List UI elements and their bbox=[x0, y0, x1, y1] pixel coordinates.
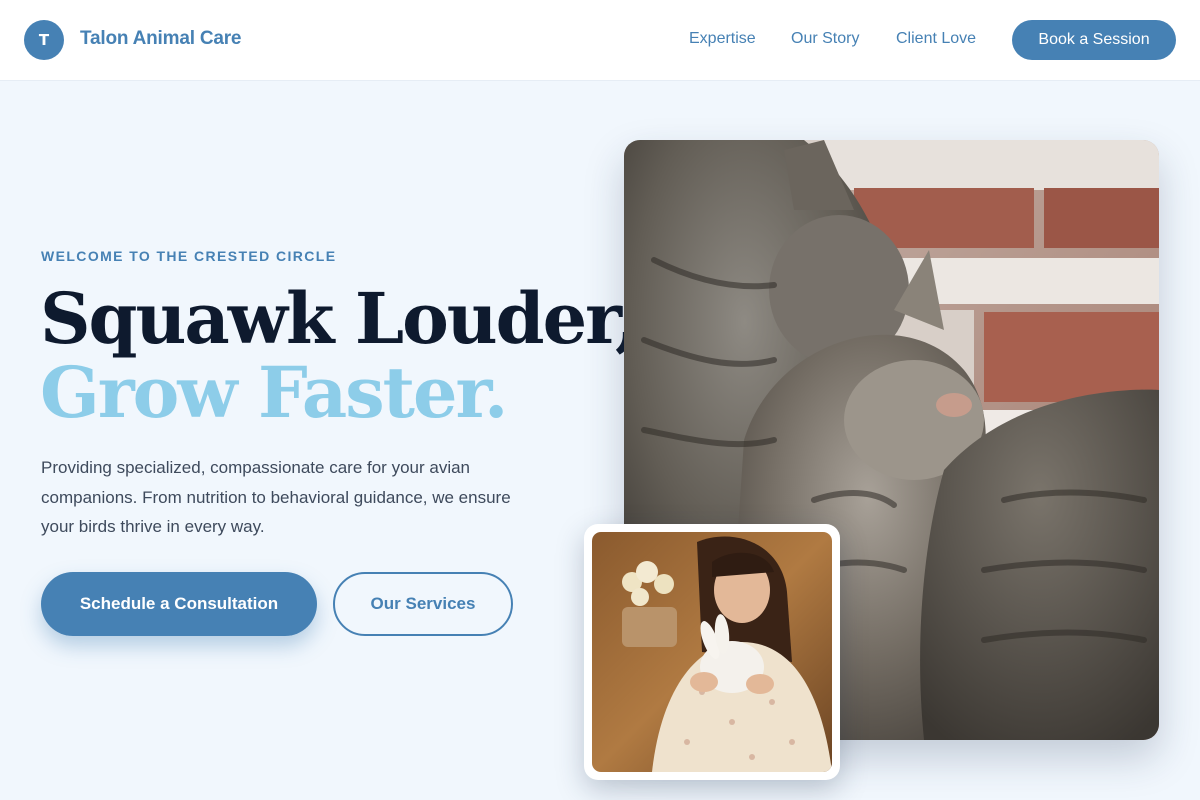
nav-link-our-story[interactable]: Our Story bbox=[791, 30, 859, 48]
brand-name[interactable]: Talon Animal Care bbox=[80, 28, 242, 50]
headline-line-2: Grow Faster. bbox=[40, 351, 508, 434]
logo-mark[interactable]: T bbox=[24, 20, 64, 60]
inset-photo-frame bbox=[584, 524, 840, 780]
site-header: T Talon Animal Care Expertise Our Story … bbox=[0, 0, 1200, 81]
woman-bunny-image bbox=[592, 532, 832, 772]
book-session-button[interactable]: Book a Session bbox=[1012, 20, 1176, 60]
nav-link-client-love[interactable]: Client Love bbox=[896, 30, 976, 48]
hero-description: Providing specialized, compassionate car… bbox=[41, 458, 511, 536]
our-services-button[interactable]: Our Services bbox=[333, 572, 513, 636]
hero-eyebrow: WELCOME TO THE CRESTED CIRCLE bbox=[41, 248, 337, 264]
nav-link-expertise[interactable]: Expertise bbox=[689, 30, 756, 48]
inset-photo-bunny bbox=[592, 532, 832, 772]
headline-line-1: Squawk Louder, bbox=[40, 277, 639, 360]
hero-headline: Squawk Louder, Grow Faster. bbox=[40, 277, 639, 434]
schedule-consultation-button[interactable]: Schedule a Consultation bbox=[41, 572, 317, 636]
